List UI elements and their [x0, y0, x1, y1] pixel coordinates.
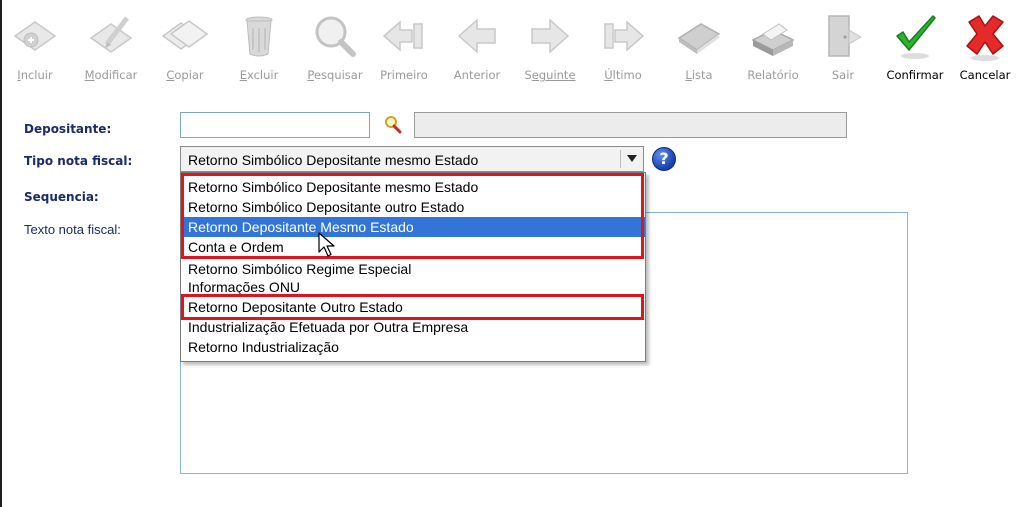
- ultimo-button[interactable]: Último: [588, 6, 658, 90]
- ultimo-label: Último: [604, 68, 642, 82]
- highlight-box-single: [181, 294, 644, 320]
- primeiro-label: Primeiro: [380, 68, 428, 82]
- confirmar-label: Confirmar: [886, 68, 944, 82]
- dropdown-option[interactable]: Retorno Industrialização: [181, 337, 645, 357]
- sair-button[interactable]: Sair: [808, 6, 878, 90]
- lista-button[interactable]: Lista: [664, 6, 734, 90]
- tipo-nota-fiscal-value: Retorno Simbólico Depositante mesmo Esta…: [188, 152, 479, 168]
- lista-label: Lista: [685, 68, 713, 82]
- modificar-label: Modificar: [84, 68, 138, 82]
- printer-icon: [751, 23, 795, 56]
- pesquisar-button[interactable]: Pesquisar: [300, 6, 370, 90]
- add-document-icon: [13, 21, 57, 51]
- depositante-input[interactable]: [180, 112, 370, 138]
- last-record-icon: [604, 20, 645, 52]
- tipo-nota-fiscal-select[interactable]: Retorno Simbólico Depositante mesmo Esta…: [180, 146, 644, 172]
- dropdown-option[interactable]: Industrialização Efetuada por Outra Empr…: [181, 317, 645, 337]
- select-separator: [620, 150, 621, 168]
- exit-door-icon: [828, 15, 862, 57]
- mouse-pointer-icon: [318, 232, 335, 257]
- copiar-button[interactable]: Copiar: [150, 6, 220, 90]
- sequencia-label: Sequencia:: [24, 190, 99, 204]
- help-icon[interactable]: ?: [652, 147, 676, 171]
- first-record-icon: [382, 20, 423, 52]
- incluir-label: Incluir: [17, 68, 53, 82]
- seguinte-label: Seguinte: [524, 68, 576, 82]
- cancelar-label: Cancelar: [959, 68, 1011, 82]
- book-list-icon: [677, 23, 721, 54]
- copiar-label: Copiar: [166, 68, 204, 82]
- modificar-button[interactable]: Modificar: [76, 6, 146, 90]
- window-frame: Incluir Modificar Copiar Excluir Pesquis…: [0, 0, 1029, 507]
- previous-arrow-icon: [457, 18, 496, 54]
- anterior-label: Anterior: [453, 68, 501, 82]
- copy-documents-icon: [161, 20, 209, 50]
- next-arrow-icon: [531, 18, 570, 54]
- magnifier-icon: [315, 16, 356, 57]
- edit-pencil-icon: [89, 16, 133, 53]
- highlight-box-group: [181, 173, 644, 259]
- depositante-label: Depositante:: [24, 122, 112, 136]
- cancelar-button[interactable]: Cancelar: [950, 6, 1020, 90]
- depositante-name-field: [414, 112, 847, 138]
- chevron-down-icon[interactable]: [627, 155, 637, 162]
- tipo-nota-fiscal-label: Tipo nota fiscal:: [24, 154, 133, 168]
- excluir-label: Excluir: [239, 68, 279, 82]
- green-checkmark-icon: [896, 15, 936, 59]
- trash-bin-icon: [245, 16, 273, 57]
- seguinte-button[interactable]: Seguinte: [515, 6, 585, 90]
- dropdown-option[interactable]: Retorno Simbólico Regime Especial: [181, 259, 645, 279]
- primeiro-button[interactable]: Primeiro: [369, 6, 439, 90]
- red-x-icon: [966, 15, 1004, 61]
- relatorio-button[interactable]: Relatório: [738, 6, 808, 90]
- toolbar: Incluir Modificar Copiar Excluir Pesquis…: [4, 0, 1029, 92]
- incluir-button[interactable]: Incluir: [0, 6, 70, 90]
- relatorio-label: Relatório: [747, 68, 799, 82]
- search-icon[interactable]: [382, 114, 404, 136]
- anterior-button[interactable]: Anterior: [442, 6, 512, 90]
- excluir-button[interactable]: Excluir: [224, 6, 294, 90]
- texto-nota-fiscal-label: Texto nota fiscal:: [24, 222, 121, 237]
- confirmar-button[interactable]: Confirmar: [880, 6, 950, 90]
- sair-label: Sair: [831, 68, 855, 82]
- pesquisar-label: Pesquisar: [307, 68, 363, 82]
